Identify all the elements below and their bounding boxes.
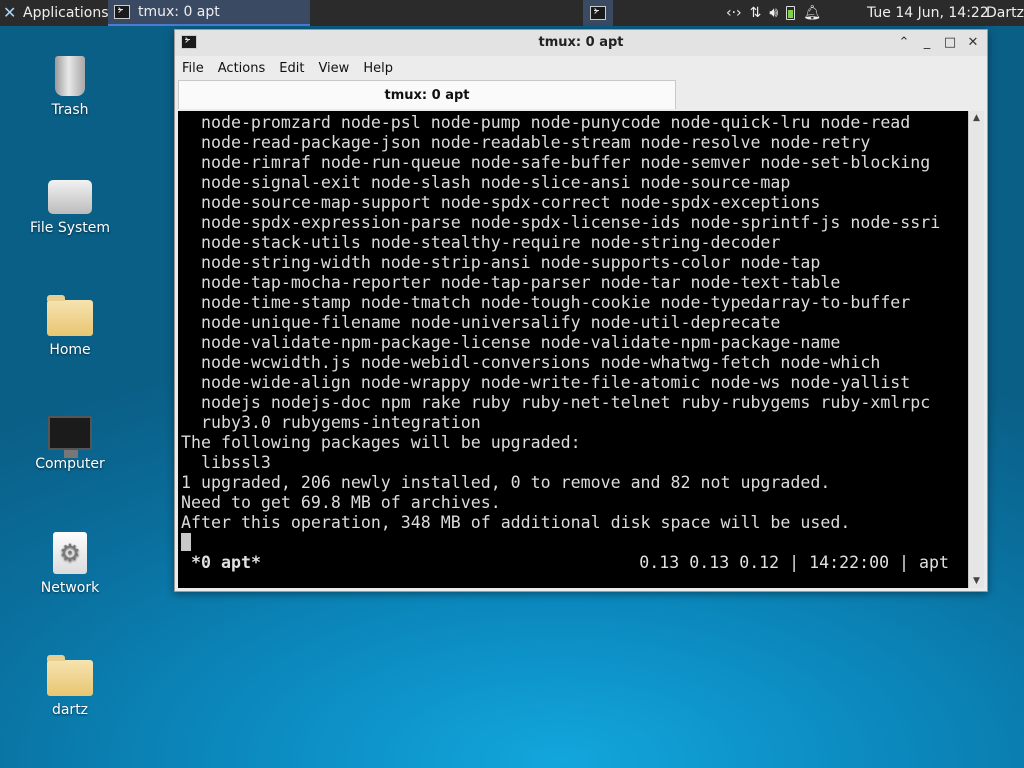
terminal-line: node-spdx-expression-parse node-spdx-lic… — [181, 213, 941, 232]
folder-icon — [47, 655, 93, 696]
terminal-line: Need to get 69.8 MB of archives. — [181, 493, 501, 512]
drive-icon — [48, 180, 92, 214]
tmux-window-label: *0 apt* — [191, 553, 261, 572]
monitor-icon — [48, 416, 92, 458]
tab-bar: tmux: 0 apt — [178, 80, 984, 110]
taskbar-window-title: tmux: 0 apt — [138, 4, 220, 20]
terminal-line: node-validate-npm-package-license node-v… — [181, 333, 841, 352]
terminal-line: node-tap-mocha-reporter node-tap-parser … — [181, 273, 841, 292]
menubar: File Actions Edit View Help — [175, 56, 987, 80]
desktop-icon-label: Home — [49, 342, 91, 358]
updown-arrows-icon[interactable]: ⇅ — [750, 5, 762, 21]
desktop-icon-label: dartz — [51, 702, 89, 718]
terminal-icon — [114, 5, 130, 19]
terminal-window: tmux: 0 apt ⌃ _ □ ✕ File Actions Edit Vi… — [174, 29, 988, 592]
volume-icon[interactable]: 🔊︎ — [769, 5, 778, 21]
network-icon: ⚙ — [53, 532, 87, 574]
top-panel: ✕ Applications tmux: 0 apt ‹·› ⇅ 🔊︎ 🔔︎ T… — [0, 0, 1024, 26]
chevron-up-icon[interactable]: ⌃ — [893, 30, 915, 56]
terminal-line: node-time-stamp node-tmatch node-tough-c… — [181, 293, 911, 312]
tab-tmux[interactable]: tmux: 0 apt — [178, 80, 676, 109]
desktop-icon-label: File System — [29, 220, 111, 236]
menu-view[interactable]: View — [311, 61, 356, 76]
terminal-line: node-signal-exit node-slash node-slice-a… — [181, 173, 791, 192]
menu-actions[interactable]: Actions — [211, 61, 273, 76]
terminal-area[interactable]: node-promzard node-psl node-pump node-pu… — [178, 111, 968, 588]
window-title: tmux: 0 apt — [538, 35, 624, 50]
maximize-button[interactable]: □ — [939, 30, 961, 56]
tmux-status-bar: *0 apt* 0.13 0.13 0.12 | 14:22:00 | apt — [178, 553, 968, 573]
terminal-line: node-source-map-support node-spdx-correc… — [181, 193, 821, 212]
terminal-line: node-rimraf node-run-queue node-safe-buf… — [181, 153, 931, 172]
desktop-icon-home[interactable]: Home — [15, 292, 125, 358]
close-button[interactable]: ✕ — [962, 30, 984, 56]
applications-label: Applications — [23, 5, 109, 21]
terminal-line: node-stack-utils node-stealthy-require n… — [181, 233, 781, 252]
scroll-down-icon[interactable]: ▼ — [969, 574, 984, 588]
terminal-line: node-read-package-json node-readable-str… — [181, 133, 871, 152]
desktop-icon-label: Network — [40, 580, 100, 596]
xfce-logo-icon: ✕ — [3, 3, 17, 22]
applications-menu[interactable]: ✕ Applications — [0, 0, 109, 26]
terminal-line: node-wide-align node-wrappy node-write-f… — [181, 373, 911, 392]
terminal-line: node-string-width node-strip-ansi node-s… — [181, 253, 821, 272]
terminal-line: node-unique-filename node-universalify n… — [181, 313, 781, 332]
taskbar-window-button[interactable]: tmux: 0 apt — [108, 0, 310, 26]
terminal-line: node-wcwidth.js node-webidl-conversions … — [181, 353, 881, 372]
menu-help[interactable]: Help — [356, 61, 400, 76]
system-tray: ‹·› ⇅ 🔊︎ 🔔︎ — [726, 0, 821, 26]
scroll-up-icon[interactable]: ▲ — [969, 111, 984, 125]
terminal-output: node-promzard node-psl node-pump node-pu… — [181, 113, 940, 533]
home-folder-icon — [47, 295, 93, 336]
clock[interactable]: Tue 14 Jun, 14:22 — [867, 0, 989, 26]
text-cursor — [181, 533, 191, 551]
desktop-icon-network[interactable]: ⚙ Network — [15, 532, 125, 596]
workspace-switcher[interactable] — [583, 0, 613, 26]
desktop-icon-dartz[interactable]: dartz — [15, 652, 125, 718]
menu-edit[interactable]: Edit — [272, 61, 311, 76]
minimize-button[interactable]: _ — [916, 30, 938, 56]
scrollbar[interactable]: ▲ ▼ — [968, 111, 984, 588]
user-menu[interactable]: Dartz — [986, 0, 1024, 26]
battery-icon[interactable] — [786, 6, 796, 20]
terminal-line: After this operation, 348 MB of addition… — [181, 513, 851, 532]
desktop-icon-label: Trash — [51, 102, 89, 118]
window-titlebar[interactable]: tmux: 0 apt ⌃ _ □ ✕ — [175, 30, 987, 56]
terminal-line: 1 upgraded, 206 newly installed, 0 to re… — [181, 473, 831, 492]
desktop-icon-trash[interactable]: Trash — [15, 52, 125, 118]
menu-file[interactable]: File — [175, 61, 211, 76]
network-arrows-icon[interactable]: ‹·› — [726, 5, 742, 21]
trash-icon — [55, 56, 85, 96]
terminal-line: libssl3 — [181, 453, 271, 472]
terminal-line: node-promzard node-psl node-pump node-pu… — [181, 113, 911, 132]
desktop-icon-computer[interactable]: Computer — [15, 412, 125, 472]
terminal-icon — [590, 6, 606, 20]
terminal-line: ruby3.0 rubygems-integration — [181, 413, 481, 432]
terminal-line: nodejs nodejs-doc npm rake ruby ruby-net… — [181, 393, 931, 412]
notification-bell-icon[interactable]: 🔔︎ — [803, 5, 821, 21]
desktop-icon-label: Computer — [35, 456, 105, 472]
tmux-status-right: 0.13 0.13 0.12 | 14:22:00 | apt — [639, 553, 949, 572]
desktop-icon-file-system[interactable]: File System — [15, 172, 125, 236]
terminal-line: The following packages will be upgraded: — [181, 433, 581, 452]
